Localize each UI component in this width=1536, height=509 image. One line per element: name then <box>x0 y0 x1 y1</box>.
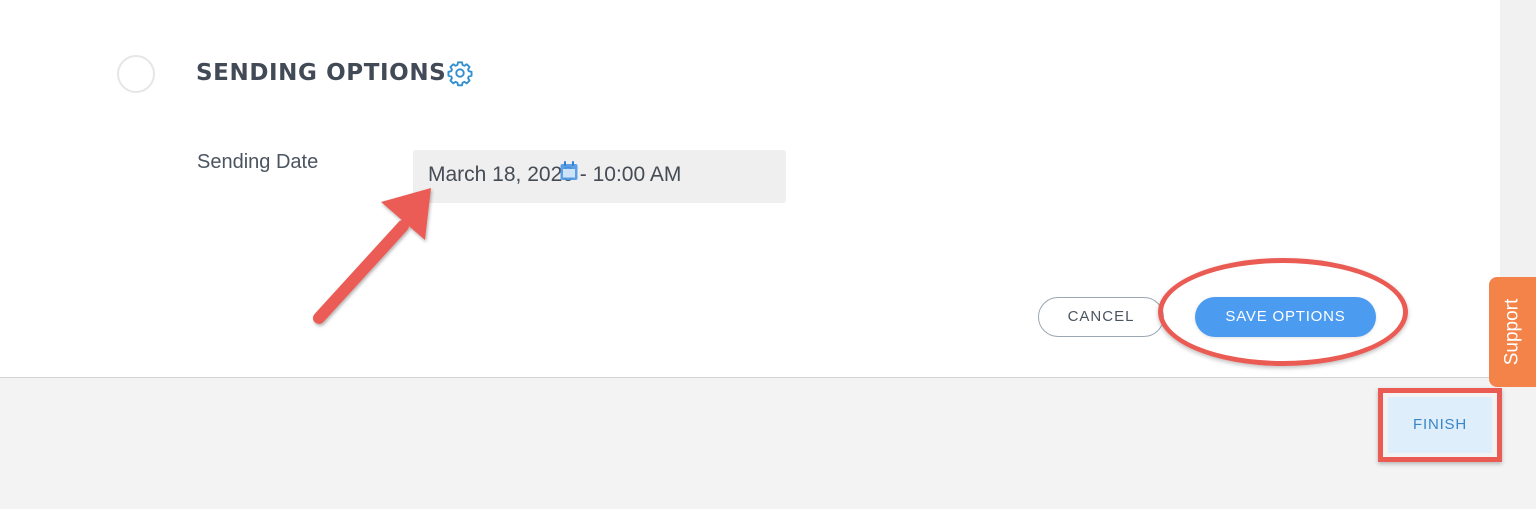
annotation-arrow <box>313 188 431 324</box>
gear-icon[interactable] <box>446 59 474 87</box>
support-label: Support <box>1501 298 1523 366</box>
sending-date-input[interactable]: March 18, 2020 - 10:00 AM <box>413 150 786 203</box>
step-indicator-circle[interactable] <box>117 55 155 93</box>
cancel-button[interactable]: CANCEL <box>1038 297 1164 337</box>
calendar-icon[interactable] <box>559 160 579 182</box>
annotation-ellipse <box>1158 258 1408 366</box>
finish-button[interactable]: FINISH <box>1388 397 1492 453</box>
support-tab-label-wrap: Support <box>1489 277 1536 387</box>
section-title: SENDING OPTIONS <box>196 60 447 86</box>
sending-date-label: Sending Date <box>197 151 319 173</box>
